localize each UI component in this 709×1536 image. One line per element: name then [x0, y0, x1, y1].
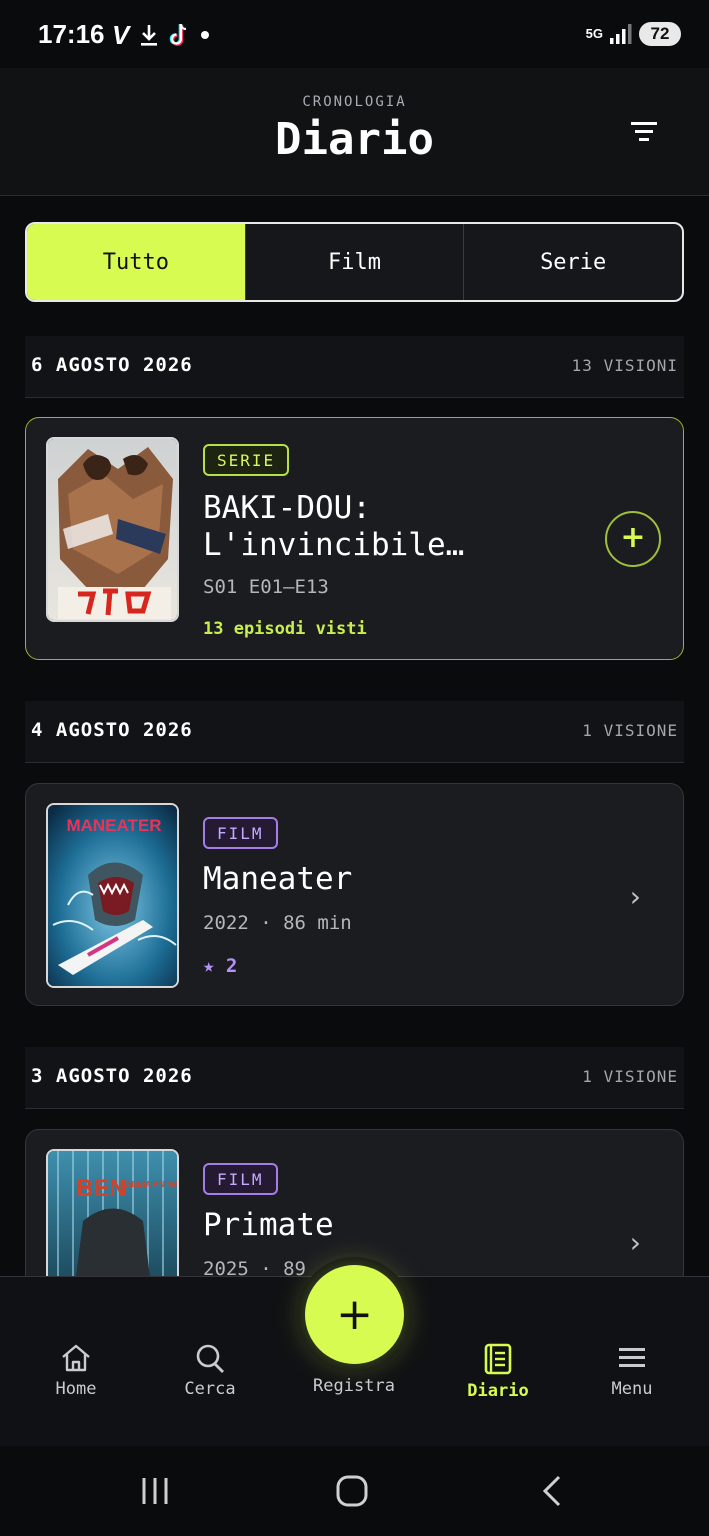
- page-title: Diario: [275, 114, 434, 165]
- filter-icon[interactable]: [629, 118, 663, 148]
- date-header: 3 AGOSTO 2026 1 VISIONE: [25, 1047, 684, 1109]
- vpn-app-icon: V: [112, 19, 130, 50]
- poster-image: [46, 437, 179, 622]
- register-fab-button[interactable]: +: [305, 1265, 404, 1364]
- network-label: 5G: [585, 26, 603, 41]
- nav-search[interactable]: Cerca: [160, 1343, 260, 1399]
- diary-entry-card[interactable]: SERIE BAKI-DOU: L'invincibile… S01 E01–E…: [25, 417, 684, 660]
- type-filter-tabs: Tutto Film Serie: [25, 222, 684, 302]
- system-navigation-bar: [0, 1446, 709, 1536]
- entry-title: Primate: [203, 1207, 334, 1243]
- date-label: 4 AGOSTO 2026: [31, 719, 193, 741]
- nav-menu[interactable]: Menu: [582, 1343, 682, 1399]
- search-icon: [196, 1344, 224, 1373]
- nav-diary[interactable]: Diario: [448, 1343, 548, 1401]
- date-label: 3 AGOSTO 2026: [31, 1065, 193, 1087]
- episode-range: S01 E01–E13: [203, 576, 329, 598]
- more-notifications-dot: [201, 31, 210, 39]
- date-header: 4 AGOSTO 2026 1 VISIONE: [25, 701, 684, 763]
- type-badge: SERIE: [203, 444, 290, 476]
- tab-tutto[interactable]: Tutto: [27, 224, 246, 300]
- views-count: 1 VISIONE: [582, 721, 678, 740]
- chevron-right-icon[interactable]: ›: [630, 1226, 641, 1259]
- tab-film[interactable]: Film: [246, 224, 465, 300]
- app-header: CRONOLOGIA Diario: [0, 68, 709, 196]
- nav-menu-label: Menu: [611, 1379, 653, 1399]
- status-bar: 17:16 V 5G 72: [0, 0, 709, 68]
- diary-entry-card[interactable]: MANEATER FILM Maneater 2022 · 86 min ★ 2…: [25, 783, 684, 1006]
- entry-title-line-1: BAKI-DOU:: [203, 490, 371, 526]
- nav-home-label: Home: [55, 1379, 97, 1399]
- date-label: 6 AGOSTO 2026: [31, 354, 193, 376]
- entry-rating: ★ 2: [203, 955, 238, 977]
- date-header: 6 AGOSTO 2026 13 VISIONI: [25, 336, 684, 398]
- recent-apps-icon[interactable]: [138, 1474, 172, 1508]
- type-badge: FILM: [203, 1163, 278, 1195]
- system-indicators: 5G 72: [586, 22, 681, 46]
- episodes-watched: 13 episodi visti: [203, 619, 367, 639]
- views-count: 13 VISIONI: [571, 356, 678, 375]
- poster-subtitle: RABBIA ANIMALE: [120, 1180, 179, 1189]
- nav-diary-label: Diario: [467, 1381, 529, 1401]
- views-count: 1 VISIONE: [582, 1067, 678, 1086]
- chevron-right-icon[interactable]: ›: [630, 880, 641, 913]
- header-kicker: CRONOLOGIA: [302, 94, 407, 110]
- entry-meta: 2022 · 86 min: [203, 912, 352, 934]
- nav-home[interactable]: Home: [26, 1343, 126, 1399]
- tab-serie[interactable]: Serie: [464, 224, 682, 300]
- poster-image: MANEATER: [46, 803, 179, 988]
- nav-search-label: Cerca: [184, 1379, 236, 1399]
- home-icon: [62, 1344, 90, 1372]
- status-time: 17:16: [38, 19, 105, 49]
- hamburger-menu-icon: [619, 1348, 645, 1367]
- back-icon[interactable]: [538, 1474, 568, 1508]
- battery-indicator: 72: [639, 22, 681, 46]
- add-episode-button[interactable]: +: [605, 511, 661, 567]
- entry-title: Maneater: [203, 861, 353, 897]
- home-button-icon[interactable]: [334, 1474, 370, 1508]
- poster-title: MANEATER: [66, 816, 161, 835]
- tiktok-icon: [170, 23, 187, 46]
- entry-title-line-2: L'invincibile…: [203, 527, 465, 563]
- register-label: Registra: [313, 1376, 395, 1396]
- notification-icons: V: [112, 19, 210, 50]
- signal-icon: [610, 24, 632, 44]
- type-badge: FILM: [203, 817, 278, 849]
- download-icon: [141, 25, 158, 46]
- journal-icon: [484, 1343, 512, 1375]
- plus-icon: +: [336, 1289, 373, 1340]
